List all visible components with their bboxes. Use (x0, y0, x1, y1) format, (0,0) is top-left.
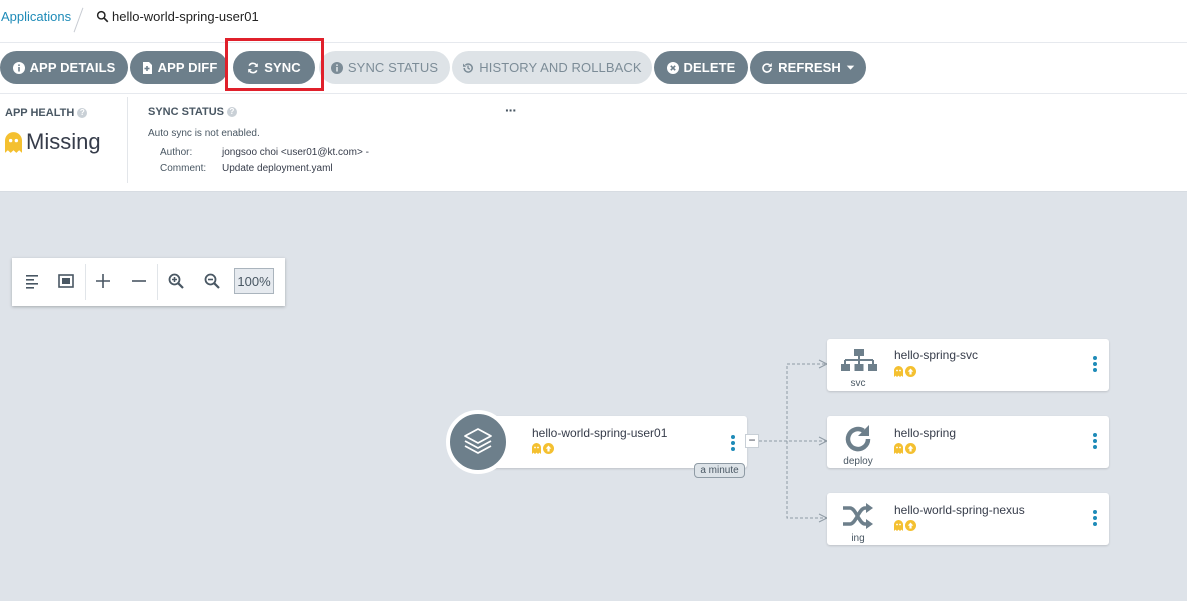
sync-status-title: SYNC STATUS ? (148, 106, 237, 118)
resource-menu-icon[interactable] (1091, 433, 1099, 451)
resource-menu-icon[interactable] (1091, 356, 1099, 374)
info-icon (330, 61, 343, 74)
more-options-icon[interactable]: ··· (505, 102, 517, 118)
out-of-sync-icon (543, 443, 554, 454)
sync-status-label: SYNC STATUS (347, 60, 439, 75)
resource-status-badges (894, 443, 916, 454)
author-value: jongsoo choi <user01@kt.com> - (222, 147, 369, 158)
align-left-icon[interactable] (22, 270, 44, 292)
sync-highlight-box (225, 38, 324, 91)
app-details-label: APP DETAILS (29, 60, 116, 75)
resource-kind: deploy (843, 456, 873, 467)
ghost-icon (894, 520, 903, 531)
out-of-sync-icon (905, 520, 916, 531)
history-icon (463, 62, 474, 73)
shuffle-icon (843, 503, 873, 529)
refresh-icon (845, 425, 871, 452)
fit-screen-icon[interactable] (55, 270, 77, 292)
status-divider (127, 97, 128, 183)
collapse-toggle[interactable]: − (745, 434, 759, 448)
sync-status-title-label: SYNC STATUS (148, 106, 224, 118)
ghost-icon (5, 131, 22, 153)
out-of-sync-icon (905, 366, 916, 377)
app-node-card[interactable]: hello-world-spring-user01 (478, 416, 747, 468)
close-circle-icon (666, 61, 679, 74)
sync-status-button[interactable]: SYNC STATUS (319, 51, 450, 84)
zoom-divider (157, 264, 158, 300)
app-details-button[interactable]: APP DETAILS (0, 51, 128, 84)
plus-icon[interactable] (92, 270, 114, 292)
comment-value: Update deployment.yaml (222, 163, 333, 174)
breadcrumb-current-label: hello-world-spring-user01 (112, 9, 259, 24)
resource-kind: svc (850, 378, 866, 389)
app-health-status: Missing (26, 129, 101, 154)
top-bar: Applications hello-world-spring-user01 (0, 0, 1187, 43)
zoom-divider (85, 264, 86, 300)
graph-zoom-toolbar: 100% (12, 258, 285, 306)
resource-status-badges (894, 366, 916, 377)
resource-name: hello-spring-svc (894, 348, 979, 362)
status-panel: APP HEALTH ? Missing SYNC STATUS ? Auto … (0, 94, 1187, 192)
resource-node-ing[interactable]: ing hello-world-spring-nexus (827, 493, 1109, 545)
ghost-icon (894, 443, 903, 454)
resource-graph-canvas[interactable]: 100% hello-world-spring-user01 a minute … (0, 192, 1187, 601)
history-rollback-label: HISTORY AND ROLLBACK (479, 60, 642, 75)
resource-status-badges (894, 520, 916, 531)
help-icon[interactable]: ? (227, 107, 237, 117)
app-node-status-badges (532, 443, 554, 454)
app-diff-label: APP DIFF (157, 60, 218, 75)
delete-label: DELETE (683, 60, 736, 75)
refresh-button[interactable]: REFRESH (750, 51, 866, 84)
help-icon[interactable]: ? (77, 108, 88, 118)
resource-kind: ing (851, 533, 865, 544)
refresh-icon (762, 62, 772, 73)
layers-icon (464, 428, 492, 454)
app-health-value: Missing (5, 129, 101, 155)
breadcrumb-separator (73, 7, 84, 33)
app-node-icon-circle (446, 410, 510, 474)
search-icon (96, 10, 109, 23)
resource-node-svc[interactable]: svc hello-spring-svc (827, 339, 1109, 391)
sitemap-icon (841, 349, 877, 371)
resource-name: hello-spring (894, 426, 957, 440)
resource-name: hello-world-spring-nexus (894, 503, 1025, 517)
resource-node-deploy[interactable]: deploy hello-spring (827, 416, 1109, 468)
breadcrumb-applications-link[interactable]: Applications (1, 9, 71, 24)
app-node-menu-icon[interactable] (729, 435, 737, 453)
zoom-level[interactable]: 100% (234, 268, 274, 294)
ghost-icon (894, 366, 903, 377)
resource-menu-icon[interactable] (1091, 510, 1099, 528)
history-rollback-button[interactable]: HISTORY AND ROLLBACK (452, 51, 652, 84)
ghost-icon (532, 443, 541, 454)
zoom-out-icon[interactable] (201, 270, 223, 292)
app-diff-button[interactable]: APP DIFF (130, 51, 228, 84)
zoom-in-icon[interactable] (165, 270, 187, 292)
toolbar: APP DETAILS APP DIFF SYNC SYNC STATUS HI… (0, 43, 1187, 94)
app-node[interactable]: hello-world-spring-user01 (446, 410, 747, 474)
delete-button[interactable]: DELETE (654, 51, 748, 84)
out-of-sync-icon (905, 443, 916, 454)
app-health-title-label: APP HEALTH (5, 107, 75, 119)
auto-sync-text: Auto sync is not enabled. (148, 128, 260, 139)
app-node-age-tag: a minute (694, 463, 745, 478)
minus-icon[interactable] (128, 270, 150, 292)
breadcrumb-current[interactable]: hello-world-spring-user01 (96, 9, 259, 24)
caret-down-icon (846, 65, 855, 70)
refresh-label: REFRESH (778, 60, 841, 75)
app-node-name: hello-world-spring-user01 (532, 426, 668, 440)
app-health-title: APP HEALTH ? (5, 107, 88, 119)
info-icon (12, 61, 25, 74)
file-diff-icon (142, 61, 152, 74)
